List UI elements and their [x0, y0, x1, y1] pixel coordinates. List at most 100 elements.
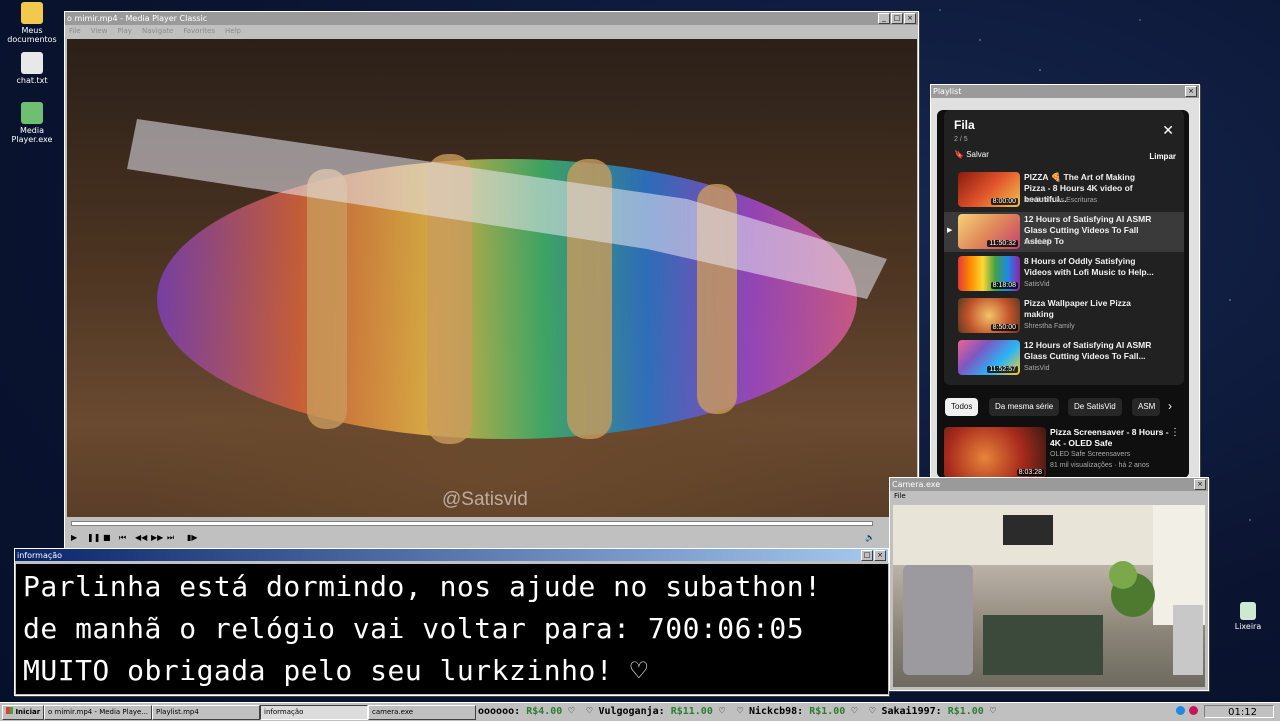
- menu-play[interactable]: Play: [117, 27, 132, 35]
- chevron-right-icon[interactable]: ›: [1168, 399, 1172, 413]
- duration-badge: 8:03:28: [1016, 469, 1044, 476]
- ticker-name: Vulgoganja:: [598, 706, 665, 717]
- now-playing-icon: ▶: [947, 227, 953, 234]
- queue-item-title: 12 Hours of Satisfying AI ASMR Glass Cut…: [1024, 340, 1152, 361]
- queue-item-title: Pizza Wallpaper Live Pizza making: [1024, 298, 1131, 319]
- queue-item[interactable]: 8:18:08 8 Hours of Oddly Satisfying Vide…: [944, 254, 1184, 294]
- window-title: o mimir.mp4 - Media Player Classic: [67, 14, 208, 23]
- volume-icon[interactable]: 🔈: [865, 533, 875, 542]
- task-media-player[interactable]: o mimir.mp4 - Media Playe...: [44, 705, 152, 720]
- chip-satisvid[interactable]: De SatisVid: [1068, 398, 1122, 416]
- camera-titlebar[interactable]: Camera.exe ×: [890, 478, 1208, 491]
- ticker-name: oooooo:: [478, 706, 521, 717]
- media-player-titlebar[interactable]: o mimir.mp4 - Media Player Classic _ □ ×: [65, 12, 918, 25]
- duration-badge: 8:18:08: [990, 282, 1018, 289]
- frame-step-icon[interactable]: ▮▶: [187, 533, 198, 542]
- camera-feed: [893, 505, 1205, 687]
- queue-item-title: 8 Hours of Oddly Satisfying Videos with …: [1024, 256, 1154, 277]
- task-camera[interactable]: camera.exe: [368, 705, 476, 720]
- chip-all[interactable]: Todos: [945, 398, 979, 416]
- ticker-amount: R$1.00: [809, 706, 846, 717]
- queue-item-channel: SatisVid: [1024, 365, 1050, 372]
- queue-item-channel: Shrestha Family: [1024, 323, 1075, 330]
- folder-icon: [21, 2, 43, 24]
- queue-item[interactable]: 11:52:57 12 Hours of Satisfying AI ASMR …: [944, 338, 1184, 378]
- info-titlebar[interactable]: informação □ ×: [15, 549, 888, 561]
- close-button[interactable]: ×: [904, 13, 916, 24]
- queue-list: Fila 2 / 5 ✕ 🔖 Salvar Limpar 8:00:00 PIZ…: [944, 110, 1184, 385]
- desktop-icon-media-player[interactable]: Media Player.exe: [0, 102, 64, 144]
- window-title: Playlist: [933, 87, 962, 96]
- duration-badge: 8:50:00: [990, 324, 1018, 331]
- chip-same-series[interactable]: Da mesma série: [989, 398, 1060, 416]
- desktop-icon-documents[interactable]: Meus documentos: [0, 2, 64, 44]
- recycle-bin-icon: [1240, 602, 1256, 620]
- croissant-glass-image: [127, 119, 887, 444]
- seek-bar[interactable]: [71, 521, 873, 526]
- video-thumbnail: 8:03:28: [944, 427, 1046, 478]
- tray-icon[interactable]: [1189, 706, 1198, 715]
- playlist-titlebar[interactable]: Playlist ×: [931, 85, 1199, 98]
- video-watermark: @Satisvid: [442, 489, 528, 510]
- menu-navigate[interactable]: Navigate: [142, 27, 173, 35]
- video-frame[interactable]: @Satisvid: [67, 39, 917, 517]
- tray-icon[interactable]: [1176, 706, 1185, 715]
- clear-button[interactable]: Limpar: [1149, 152, 1176, 161]
- save-button[interactable]: 🔖 Salvar: [954, 150, 989, 159]
- duration-badge: 8:00:00: [990, 198, 1018, 205]
- stop-icon[interactable]: ■: [103, 533, 111, 542]
- skip-forward-icon[interactable]: ⏭: [167, 533, 174, 543]
- recommended-video[interactable]: 8:03:28 Pizza Screensaver - 8 Hours - 4K…: [944, 427, 1184, 478]
- queue-count: 2 / 5: [954, 136, 968, 143]
- start-button[interactable]: Iniciar: [2, 705, 44, 720]
- desktop-icon-label: chat.txt: [16, 76, 48, 85]
- video-thumbnail: 8:00:00: [958, 172, 1020, 207]
- forward-icon[interactable]: ▶▶: [151, 533, 163, 542]
- desktop-icon-chat[interactable]: chat.txt: [0, 52, 64, 85]
- desktop-icon-recycle-bin[interactable]: Lixeira: [1216, 602, 1280, 631]
- info-line-1: Parlinha está dormindo, nos ajude no sub…: [23, 570, 822, 603]
- desktop-icon-label: Meus documentos: [7, 26, 57, 44]
- minimize-button[interactable]: _: [878, 13, 890, 24]
- maximize-button[interactable]: □: [861, 549, 873, 561]
- chip-asmr[interactable]: ASM: [1132, 398, 1160, 416]
- queue-item[interactable]: 8:50:00 Pizza Wallpaper Live Pizza makin…: [944, 296, 1184, 336]
- recommended-channel: OLED Safe Screensavers: [1050, 451, 1131, 458]
- queue-item[interactable]: 8:00:00 PIZZA 🍕 The Art of Making Pizza …: [944, 170, 1184, 210]
- close-button[interactable]: ×: [1185, 86, 1197, 97]
- clock-time: 01:12: [1228, 707, 1257, 718]
- menu-file[interactable]: File: [69, 27, 81, 35]
- skip-back-icon[interactable]: ⏮: [119, 533, 126, 543]
- menu-favorites[interactable]: Favorites: [183, 27, 215, 35]
- menu-view[interactable]: View: [91, 27, 108, 35]
- ticker-name: Nickcb98:: [748, 706, 804, 717]
- close-button[interactable]: ×: [874, 549, 886, 561]
- menu-help[interactable]: Help: [225, 27, 241, 35]
- video-thumbnail: 11:50:32: [958, 214, 1020, 249]
- desktop-icon-label: Lixeira: [1234, 622, 1262, 631]
- camera-menu-file[interactable]: File: [890, 491, 1208, 502]
- close-button[interactable]: ×: [1194, 479, 1206, 490]
- video-thumbnail: 8:18:08: [958, 256, 1020, 291]
- player-controls: ▶ ❚❚ ■ ⏮ ◀◀ ▶▶ ⏭ ▮▶ 🔈: [67, 517, 917, 547]
- queue-item-channel: SatisVid: [1024, 239, 1050, 246]
- queue-item-active[interactable]: ▶ 11:50:32 12 Hours of Satisfying AI ASM…: [944, 212, 1184, 252]
- maximize-button[interactable]: □: [891, 13, 903, 24]
- play-icon[interactable]: ▶: [71, 533, 77, 542]
- close-icon[interactable]: ✕: [1162, 122, 1174, 139]
- system-clock[interactable]: 01:12: [1204, 705, 1274, 718]
- media-player-icon: [21, 102, 43, 124]
- pause-icon[interactable]: ❚❚: [87, 533, 100, 542]
- task-playlist[interactable]: Playlist.mp4: [152, 705, 260, 720]
- start-label: Iniciar: [15, 708, 41, 716]
- duration-badge: 11:52:57: [987, 366, 1018, 373]
- queue-item-channel: SatisVid: [1024, 281, 1050, 288]
- ticker-name: Sakai1997:: [881, 706, 942, 717]
- queue-item-channel: Jardín de las Escrituras: [1024, 197, 1098, 204]
- recommended-title: Pizza Screensaver - 8 Hours - 4K - OLED …: [1050, 427, 1169, 448]
- task-info[interactable]: informação: [260, 705, 368, 720]
- bookmark-icon: 🔖: [954, 150, 964, 159]
- more-options-icon[interactable]: ⋮: [1170, 427, 1180, 438]
- ticker-amount: R$11.00: [670, 706, 713, 717]
- rewind-icon[interactable]: ◀◀: [135, 533, 147, 542]
